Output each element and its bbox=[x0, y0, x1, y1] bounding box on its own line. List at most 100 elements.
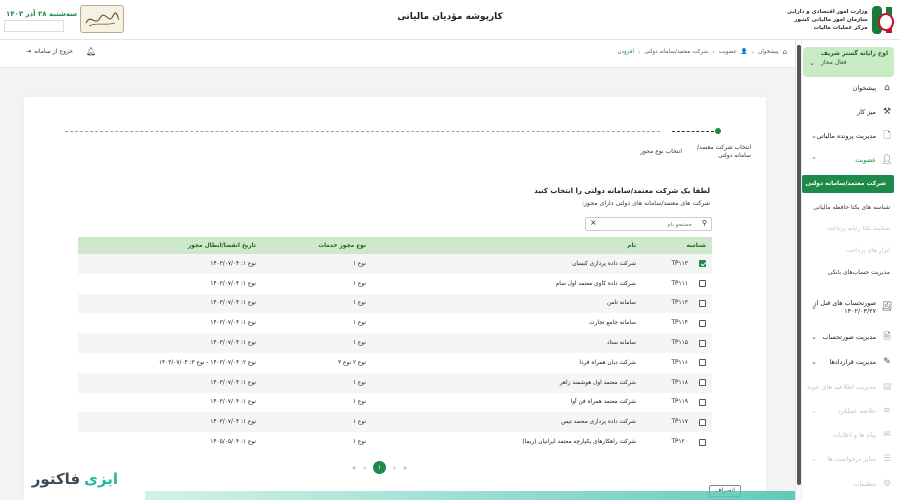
license-expiry: نوع ۲: ۱۴۰۳/۰۷/۰۴ - نوع ۳: ۱۴۰۳/۰۷/۰۴ bbox=[78, 352, 262, 373]
table-row[interactable]: TP۱۱۳ شرکت داده پردازی کیسان نوع ۱ نوع ۱… bbox=[78, 254, 712, 274]
company-name: سامانه جامع تجارت bbox=[372, 313, 642, 334]
breadcrumb-item-membership[interactable]: عضویت bbox=[719, 49, 737, 55]
list-caption: شرکت های معتمد/سامانه های دولتی دارای مج… bbox=[581, 200, 710, 207]
breadcrumb: ⌂ پیشخوان ‹ 👤 عضویت ‹ شرکت معتمد/سامانه … bbox=[617, 48, 787, 56]
request-icon: ☰ bbox=[882, 454, 892, 464]
chevron-down-icon: ⌄ bbox=[811, 358, 817, 366]
sidebar-item-contracts[interactable]: ✎ مدیریت قراردادها ⌄ bbox=[801, 352, 900, 372]
sidebar-item-tax-file[interactable]: 🗋 مدیریت پرونده مالیاتی ⌄ bbox=[801, 126, 900, 146]
breadcrumb-item-trusted-company[interactable]: شرکت معتمد/سامانه دولتی bbox=[644, 49, 708, 55]
sidebar-item-label: پیشخوان bbox=[852, 84, 876, 92]
bell-icon[interactable]: 🔔︎ bbox=[86, 47, 96, 56]
row-checkbox[interactable] bbox=[699, 260, 706, 268]
license-expiry: نوع ۱: ۱۴۰۳/۰۷/۰۴ bbox=[78, 333, 262, 353]
column-header-id: شناسه bbox=[642, 237, 712, 254]
table-row[interactable]: TP۱۲۰ شرکت راهکارهای یکپارچه معتمد ایران… bbox=[78, 432, 712, 452]
license-expiry: نوع ۱: ۱۴۰۳/۰۷/۰۴ bbox=[78, 392, 262, 413]
calligraphy-logo bbox=[80, 5, 124, 33]
breadcrumb-item-dashboard[interactable]: پیشخوان bbox=[758, 49, 778, 55]
sidebar-subitem-payment-tools: ابزار های پرداخت bbox=[846, 247, 890, 254]
company-id: TP۱۱۳ bbox=[642, 293, 694, 314]
step-current-dot bbox=[715, 128, 721, 134]
license-expiry: نوع ۱: ۱۴۰۳/۰۷/۰۴ bbox=[78, 372, 262, 393]
chevron-down-icon: ⌄ bbox=[811, 132, 817, 140]
row-checkbox[interactable] bbox=[699, 359, 706, 367]
row-checkbox[interactable] bbox=[699, 418, 706, 426]
license-type: نوع ۱ bbox=[262, 254, 372, 274]
table-row[interactable]: TP۱۱۴ سامانه جامع تجارت نوع ۱ نوع ۱: ۱۴۰… bbox=[78, 313, 712, 334]
organization-role: فعال مجاز bbox=[821, 59, 847, 66]
prev-page-icon[interactable]: ‹ bbox=[363, 464, 366, 472]
row-checkbox[interactable] bbox=[699, 339, 706, 347]
company-id: TP۱۱۶ bbox=[642, 352, 694, 373]
row-checkbox[interactable] bbox=[699, 280, 706, 288]
row-checkbox[interactable] bbox=[699, 299, 706, 307]
chevron-down-icon: ⌄ bbox=[811, 383, 817, 391]
last-page-icon[interactable]: » bbox=[403, 464, 407, 472]
company-id: TP۱۱۸ bbox=[642, 372, 694, 393]
chevron-down-icon: ⌄ bbox=[809, 59, 815, 67]
sidebar-subitem-memory-ids[interactable]: شناسه های یکتا حافظه مالیاتی bbox=[801, 199, 900, 217]
notice-icon: ▤ bbox=[882, 382, 892, 392]
exit-button[interactable]: خروج از سامانه ⇥ bbox=[26, 48, 73, 55]
tools-icon: ⚒ bbox=[882, 107, 892, 117]
sidebar-item-invoice-management[interactable]: 🗎 مدیریت صورتحساب ⌄ bbox=[801, 327, 900, 347]
license-type: نوع ۱ bbox=[262, 333, 372, 353]
stepper-line-active bbox=[672, 131, 714, 132]
organization-selector[interactable]: اوج رایانه گستر شریف فعال مجاز ⌄ bbox=[803, 47, 894, 77]
chevron-down-icon: ⌄ bbox=[811, 455, 817, 463]
company-name: شرکت داده کاوی معتمد اول سام bbox=[372, 273, 642, 294]
chevron-down-icon: ⌄ bbox=[811, 407, 817, 415]
row-checkbox[interactable] bbox=[699, 438, 706, 446]
row-checkbox[interactable] bbox=[699, 398, 706, 406]
home-icon[interactable]: ⌂ bbox=[783, 48, 787, 56]
table-row[interactable]: TP۱۱۸ شرکت معتمد اول هوشمند زاهر نوع ۱ ن… bbox=[78, 372, 712, 393]
first-page-icon[interactable]: « bbox=[352, 464, 356, 472]
company-id: TP۱۲۰ bbox=[642, 432, 694, 452]
easy-factor-logo: ایزی فاکتور bbox=[10, 464, 118, 494]
sidebar-item-workdesk[interactable]: ⚒ میز کار bbox=[801, 102, 900, 122]
brand-word-factor: فاکتور bbox=[31, 470, 81, 488]
table-row[interactable]: TP۱۱۵ سامانه ستاد نوع ۱ نوع ۱: ۱۴۰۳/۰۷/۰… bbox=[78, 333, 712, 353]
column-header-name: نام bbox=[372, 237, 642, 254]
pagination: « ‹ ۱ › » bbox=[352, 461, 407, 474]
sidebar-subitem-bank-accounts[interactable]: مدیریت حساب‌های بانکی bbox=[801, 264, 900, 282]
breadcrumb-bar: ⌂ پیشخوان ‹ 👤 عضویت ‹ شرکت معتمد/سامانه … bbox=[0, 40, 795, 68]
sidebar-item-purchase-notices: ▤ مدیریت اطلاعیه های خرید ⌄ bbox=[801, 377, 900, 397]
license-type: نوع ۱ bbox=[262, 372, 372, 393]
table-row[interactable]: TP۱۱۶ شرکت دیان همراه فردا نوع ۲ نوع ۳ ن… bbox=[78, 352, 712, 373]
license-type: نوع ۱ bbox=[262, 412, 372, 433]
company-name: شرکت معتمد همراه فن آوا bbox=[372, 392, 642, 413]
company-name: شرکت معتمد اول هوشمند زاهر bbox=[372, 372, 642, 393]
brand-word-easy: ایزی bbox=[84, 470, 118, 488]
file-icon: 🗋 bbox=[883, 131, 891, 141]
stepper-line bbox=[65, 131, 660, 132]
company-name: شرکت راهکارهای یکپارچه معتمد ایرانیان (ر… bbox=[372, 432, 642, 452]
sidebar-subitem-payment-ids: شناسه یکتا رایانه پرداخت bbox=[826, 225, 890, 232]
row-checkbox[interactable] bbox=[699, 379, 706, 387]
table-row[interactable]: TP۱۱۳ سامانه تامن نوع ۱ نوع ۱: ۱۴۰۳/۰۷/۰… bbox=[78, 293, 712, 314]
sidebar-item-dashboard[interactable]: ⌂ پیشخوان bbox=[801, 78, 900, 98]
company-id: TP۱۱۱ bbox=[642, 273, 694, 294]
sidebar-subitem-trusted-company[interactable]: شرکت معتمد/سامانه دولتی bbox=[802, 175, 894, 193]
sidebar-item-membership[interactable]: 👤︎ عضویت ⌃ bbox=[801, 150, 900, 170]
license-type: نوع ۱ bbox=[262, 392, 372, 413]
app-title: کارپوشه مؤدیان مالیاتی bbox=[397, 12, 503, 22]
table-row[interactable]: TP۱۱۹ شرکت معتمد همراه فن آوا نوع ۱ نوع … bbox=[78, 392, 712, 413]
sidebar-item-old-invoices[interactable]: 🧾︎ صورتحساب های قبل از ۱۴۰۲/۰۳/۲۷ ⌄ bbox=[801, 295, 900, 319]
next-page-icon[interactable]: › bbox=[393, 464, 396, 472]
table-row[interactable]: TP۱۱۷ شرکت داده پردازی معتمد تیس نوع ۱ ن… bbox=[78, 412, 712, 433]
search-input[interactable] bbox=[602, 219, 694, 230]
company-id: TP۱۱۷ bbox=[642, 412, 694, 433]
row-checkbox[interactable] bbox=[699, 319, 706, 327]
gov-line-3: مرکز عملیات مالیات bbox=[813, 24, 868, 31]
sidebar-item-label: میز کار bbox=[857, 108, 876, 116]
exit-label: خروج از سامانه bbox=[34, 48, 73, 55]
receipt-icon: 🧾︎ bbox=[881, 302, 893, 312]
license-type: نوع ۱ bbox=[262, 293, 372, 314]
table-row[interactable]: TP۱۱۱ شرکت داده کاوی معتمد اول سام نوع ۱… bbox=[78, 273, 712, 294]
license-expiry: نوع ۱: ۱۴۰۳/۰۷/۰۴ bbox=[78, 412, 262, 433]
page-number-current[interactable]: ۱ bbox=[373, 461, 387, 474]
table-header-row: شناسه نام نوع مجوز خدمات تاریخ انقضا/ابط… bbox=[78, 237, 712, 254]
clear-icon[interactable]: × bbox=[590, 218, 597, 227]
